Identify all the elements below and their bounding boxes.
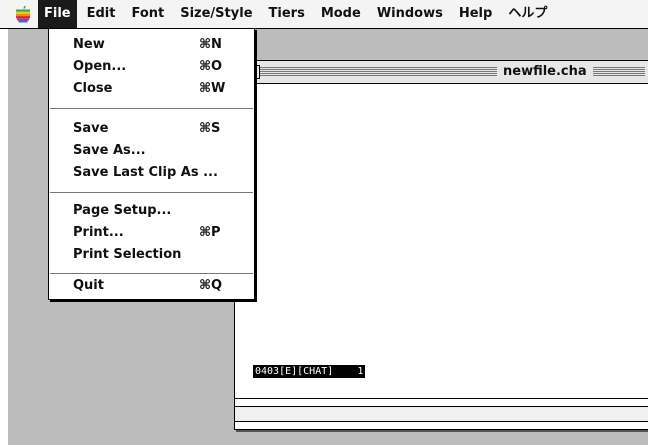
menu-tiers[interactable]: Tiers bbox=[261, 0, 313, 28]
menu-help-japanese[interactable]: ヘルプ bbox=[500, 0, 555, 28]
menu-item-close[interactable]: Close ⌘W bbox=[49, 79, 254, 99]
menu-bar: File Edit Font Size/Style Tiers Mode Win… bbox=[0, 0, 648, 29]
menu-item-label: Close bbox=[73, 81, 113, 96]
menu-edit[interactable]: Edit bbox=[79, 0, 124, 28]
apple-menu-icon[interactable] bbox=[10, 0, 36, 28]
menu-size-style[interactable]: Size/Style bbox=[172, 0, 260, 28]
menu-item-open[interactable]: Open... ⌘O bbox=[49, 57, 254, 77]
menu-item-print-selection[interactable]: Print Selection bbox=[49, 245, 254, 265]
menu-item-label: Save bbox=[73, 121, 109, 136]
document-text-area[interactable]: 0403[E][CHAT] 1 bbox=[235, 84, 648, 399]
menu-separator bbox=[50, 273, 253, 274]
menu-separator bbox=[50, 108, 253, 109]
menu-item-label: Page Setup... bbox=[73, 203, 172, 218]
document-window: newfile.cha 0403[E][CHAT] 1 bbox=[234, 60, 648, 430]
menu-item-label: Quit bbox=[73, 278, 104, 293]
status-line: 0403[E][CHAT] 1 bbox=[253, 365, 366, 378]
menu-file[interactable]: File bbox=[38, 0, 77, 28]
menu-mode[interactable]: Mode bbox=[313, 0, 369, 28]
menu-item-shortcut: ⌘O bbox=[199, 59, 223, 74]
menu-windows[interactable]: Windows bbox=[369, 0, 451, 28]
menu-item-shortcut: ⌘S bbox=[199, 121, 221, 136]
file-menu-dropdown: New ⌘N Open... ⌘O Close ⌘W Save ⌘S Save … bbox=[48, 28, 255, 300]
menu-item-new[interactable]: New ⌘N bbox=[49, 35, 254, 55]
menu-item-label: Save As... bbox=[73, 143, 146, 158]
scroll-track[interactable] bbox=[235, 406, 648, 422]
menu-item-label: Print Selection bbox=[73, 247, 182, 262]
menu-item-shortcut: ⌘N bbox=[199, 37, 222, 52]
menu-item-print[interactable]: Print... ⌘P bbox=[49, 223, 254, 243]
menu-item-save-as[interactable]: Save As... bbox=[49, 141, 254, 161]
window-title: newfile.cha bbox=[497, 63, 593, 81]
menu-help[interactable]: Help bbox=[451, 0, 500, 28]
menu-item-shortcut: ⌘W bbox=[199, 81, 226, 96]
menu-item-save-last-clip-as[interactable]: Save Last Clip As ... bbox=[49, 163, 254, 183]
menu-item-quit[interactable]: Quit ⌘Q bbox=[49, 276, 254, 296]
menu-item-shortcut: ⌘Q bbox=[199, 278, 223, 293]
menu-item-label: Print... bbox=[73, 225, 124, 240]
horizontal-scrollbar[interactable] bbox=[235, 398, 648, 429]
menu-item-label: Open... bbox=[73, 59, 127, 74]
menu-font[interactable]: Font bbox=[123, 0, 172, 28]
menu-separator bbox=[50, 192, 253, 193]
window-title-bar[interactable]: newfile.cha bbox=[235, 61, 648, 84]
menu-item-page-setup[interactable]: Page Setup... bbox=[49, 201, 254, 221]
menu-item-label: New bbox=[73, 37, 105, 52]
menu-item-label: Save Last Clip As ... bbox=[73, 165, 218, 180]
menu-item-save[interactable]: Save ⌘S bbox=[49, 119, 254, 139]
menu-item-shortcut: ⌘P bbox=[199, 225, 221, 240]
